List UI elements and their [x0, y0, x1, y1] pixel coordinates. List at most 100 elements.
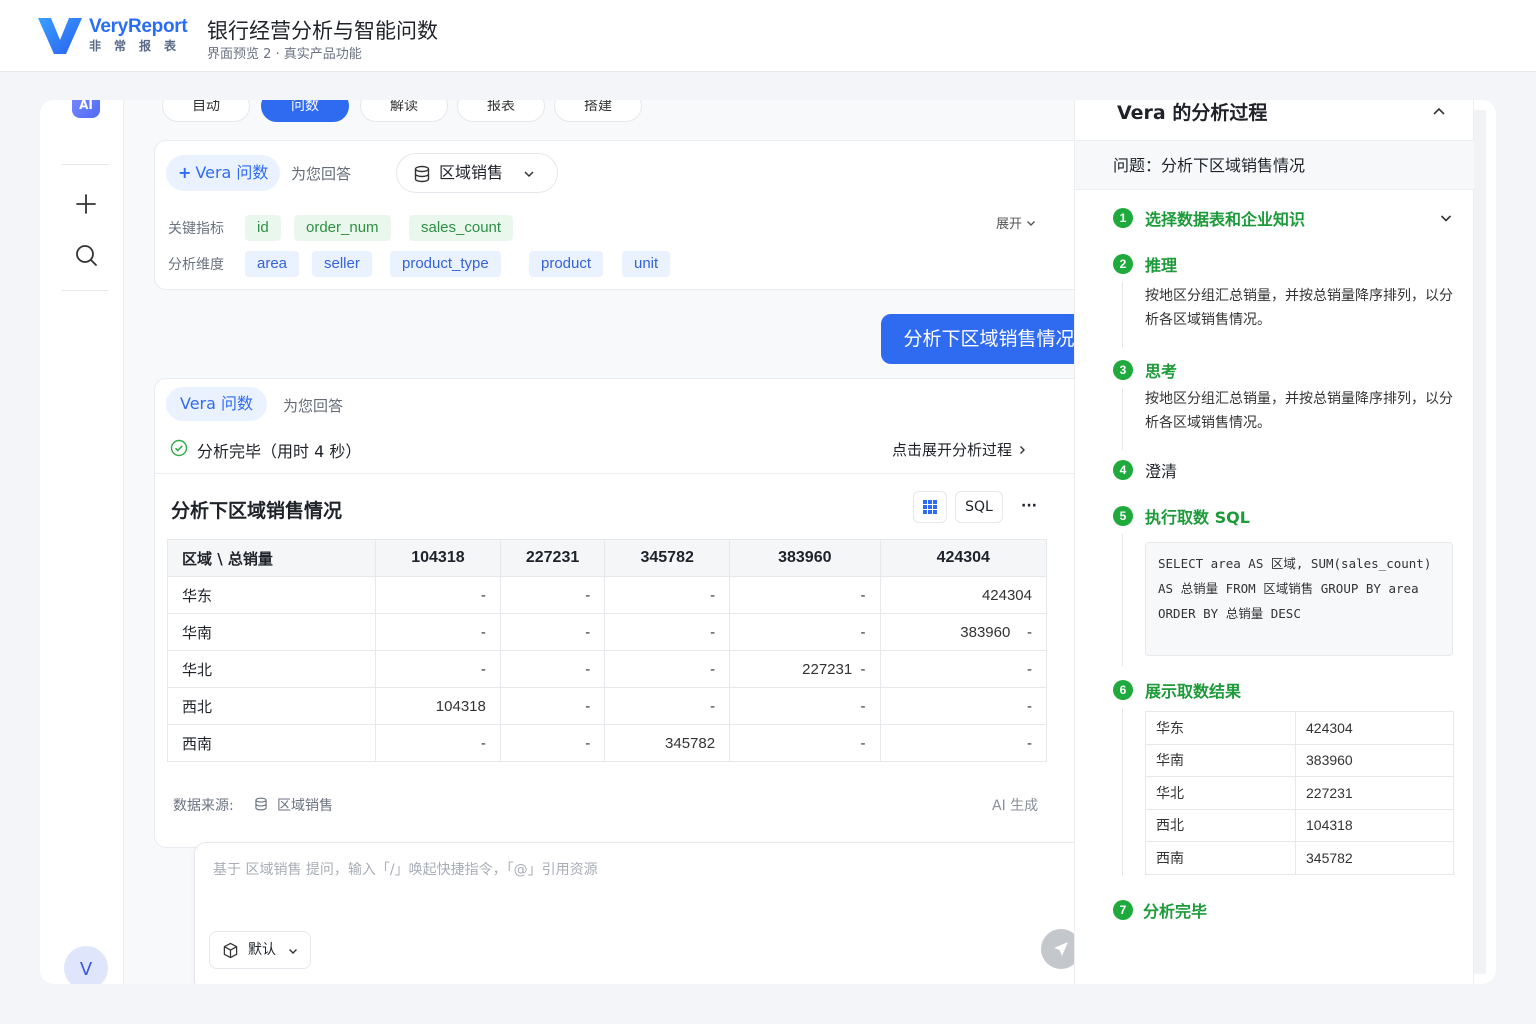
data-source-name[interactable]: 区域销售	[277, 795, 333, 815]
table-cell: -	[879, 724, 1048, 762]
model-label: 默认	[248, 942, 276, 958]
logo-cn: 非常报表	[89, 39, 190, 53]
table-cell: -	[729, 576, 881, 614]
step-connector	[1122, 282, 1123, 348]
search-icon[interactable]	[74, 243, 98, 267]
result-key-cell: 西南	[1145, 841, 1296, 875]
step-number: 6	[1113, 680, 1133, 700]
dimension-tag[interactable]: unit	[622, 251, 671, 277]
dimension-tag[interactable]: product_type	[390, 251, 501, 277]
composer-placeholder[interactable]: 基于 区域销售 提问，输入「/」唤起快捷指令，「@」引用资源	[213, 859, 598, 879]
table-row: 华北 - - -227231 --	[167, 650, 1048, 688]
chevron-down-icon	[289, 949, 297, 954]
table-row: 西北 104318	[1145, 808, 1454, 842]
step-number: 5	[1113, 506, 1133, 526]
table-row: 西南 - -345782- -	[167, 724, 1048, 762]
dimension-tag[interactable]: area	[245, 251, 300, 277]
dimensions-label: 分析维度	[168, 257, 224, 273]
ai-badge-icon[interactable]: AI	[72, 100, 100, 118]
step-label: 分析完毕	[1143, 902, 1208, 921]
model-select[interactable]: 默认	[209, 931, 311, 969]
dataset-name: 区域销售	[439, 163, 504, 182]
result-value-cell: 345782	[1295, 841, 1454, 875]
step-label: 展示取数结果	[1145, 682, 1242, 701]
result-key-cell: 华东	[1145, 711, 1296, 745]
table-cell: -	[729, 724, 881, 762]
step-connector	[1122, 388, 1123, 450]
expand-label: 展开	[996, 217, 1023, 232]
table-cell: 383960 -	[879, 613, 1048, 651]
new-chat-plus-icon[interactable]	[74, 192, 98, 216]
table-row: 华南 383960	[1145, 743, 1454, 777]
rail-divider	[62, 164, 108, 165]
expand-toggle[interactable]: 展开	[996, 213, 1036, 232]
metric-tag[interactable]: id	[245, 215, 281, 241]
analysis-process-panel: Vera 的分析过程 问题：分析下区域销售情况 1 选择数据表和企业知识 2 推…	[1074, 100, 1475, 984]
column-header: 383960	[729, 539, 881, 577]
result-key-cell: 华北	[1145, 776, 1296, 810]
composer[interactable]: 基于 区域销售 提问，输入「/」唤起快捷指令，「@」引用资源 默认	[194, 842, 1096, 984]
chevron-down-icon	[1027, 221, 1036, 226]
dimension-tag[interactable]: seller	[312, 251, 372, 277]
step-label: 思考	[1145, 362, 1178, 381]
table-cell: -	[604, 687, 731, 725]
tab-auto[interactable]: 自动	[162, 100, 250, 122]
data-source-label: 数据来源:	[173, 798, 234, 814]
expand-process-label: 点击展开分析过程	[892, 441, 1013, 459]
metric-tag[interactable]: sales_count	[409, 215, 514, 241]
app-frame: AI V 自动 问数 解读 报表 搭建 + Vera 问数 为您回答 区域销售 关…	[40, 100, 1496, 984]
metric-tag[interactable]: order_num	[294, 215, 391, 241]
result-key-cell: 华南	[1145, 743, 1296, 777]
ai-generated-label: AI 生成	[992, 798, 1039, 814]
collapse-icon[interactable]	[1431, 104, 1447, 120]
table-row: 华北 227231	[1145, 776, 1454, 810]
vera-query-chip[interactable]: + Vera 问数	[166, 155, 281, 191]
step-number: 7	[1113, 900, 1133, 920]
sql-button[interactable]: SQL	[955, 491, 1003, 523]
column-header: 424304	[879, 539, 1048, 577]
dimension-tag[interactable]: product	[529, 251, 604, 277]
grid-view-button[interactable]	[913, 491, 947, 523]
send-icon	[1054, 942, 1068, 956]
vera-answer-chip: Vera 问数	[166, 387, 268, 421]
veryreport-logo-icon	[38, 18, 82, 54]
table-cell: -	[499, 613, 606, 651]
table-cell: -	[375, 576, 501, 614]
chevron-right-icon	[1019, 446, 1025, 454]
table-cell: -	[499, 724, 606, 762]
table-cell: 227231 -	[729, 650, 881, 688]
column-header: 345782	[604, 539, 731, 577]
sql-code-block[interactable]: SELECT area AS 区域, SUM(sales_count) AS 总…	[1145, 542, 1453, 656]
table-cell: -	[499, 650, 606, 688]
chevron-down-icon[interactable]	[1439, 211, 1453, 225]
metrics-label: 关键指标	[168, 221, 224, 237]
step-label: 执行取数 SQL	[1145, 508, 1250, 527]
more-button[interactable]: ···	[1013, 491, 1045, 523]
cube-icon	[223, 942, 238, 959]
expand-process-link[interactable]: 点击展开分析过程	[892, 439, 1027, 460]
dataset-select[interactable]: 区域销售	[396, 153, 558, 193]
table-row: 华东 - - - -424304	[167, 576, 1048, 614]
table-row: 西南 345782	[1145, 841, 1454, 875]
rail-divider	[62, 290, 108, 291]
logo-wordmark: VeryReport 非常报表	[89, 16, 189, 54]
result-value-cell: 104318	[1295, 808, 1454, 842]
logo-en: VeryReport	[89, 16, 188, 37]
panel-scrollbar[interactable]	[1474, 110, 1486, 974]
tab-query[interactable]: 问数	[261, 100, 349, 122]
table-cell: -	[375, 724, 501, 762]
tab-report[interactable]: 报表	[457, 100, 545, 122]
result-preview-table: 华东 424304 华南 383960 华北 227231 西北 104318 西南 345782	[1145, 711, 1454, 875]
tab-interpret[interactable]: 解读	[360, 100, 448, 122]
user-avatar[interactable]: V	[64, 946, 108, 984]
tab-build[interactable]: 搭建	[554, 100, 642, 122]
table-cell: -	[729, 687, 881, 725]
answer-card: Vera 问数 为您回答 分析完毕（用时 4 秒） 点击展开分析过程 分析下区域…	[154, 378, 1099, 848]
divider	[155, 473, 1099, 474]
database-icon	[414, 165, 430, 183]
step-number: 3	[1113, 360, 1133, 380]
step-label[interactable]: 选择数据表和企业知识	[1145, 206, 1305, 230]
result-value-cell: 383960	[1295, 743, 1454, 777]
table-cell: -	[499, 576, 606, 614]
panel-title: Vera 的分析过程	[1117, 102, 1268, 124]
